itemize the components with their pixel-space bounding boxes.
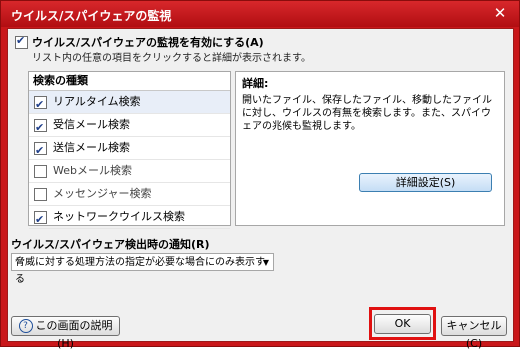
enable-monitoring-label[interactable]: ウイルス/スパイウェアの監視を有効にする(A) [32, 34, 264, 50]
list-item-outgoing-mail[interactable]: 送信メール検索 [29, 137, 230, 162]
ok-button[interactable]: OK [374, 314, 431, 334]
messenger-checkbox[interactable] [34, 188, 47, 201]
realtime-checkbox[interactable] [34, 94, 47, 116]
help-button[interactable]: ? この画面の説明(H) [11, 316, 120, 350]
list-item-realtime[interactable]: リアルタイム検索 [29, 91, 230, 116]
details-title: 詳細: [242, 77, 269, 90]
enable-monitoring-checkbox[interactable] [15, 34, 28, 49]
list-item-label: 送信メール検索 [53, 141, 130, 154]
list-item-label: Webメール検索 [53, 164, 132, 177]
incoming-mail-checkbox[interactable] [34, 117, 47, 139]
dropdown-arrow-icon: ▼ [262, 258, 269, 267]
dialog-body: ウイルス/スパイウェアの監視を有効にする(A) リスト内の任意の項目をクリックす… [7, 28, 514, 350]
webmail-checkbox[interactable] [34, 165, 47, 178]
hint-text: リスト内の任意の項目をクリックすると詳細が表示されます。 [32, 53, 311, 64]
window-title: ウイルス/スパイウェアの監視 [11, 9, 172, 23]
outgoing-mail-checkbox[interactable] [34, 140, 47, 162]
network-virus-checkbox[interactable] [34, 209, 47, 231]
list-item-incoming-mail[interactable]: 受信メール検索 [29, 114, 230, 139]
title-bar[interactable]: ウイルス/スパイウェアの監視 ✕ [1, 1, 519, 27]
details-text: 開いたファイル、保存したファイル、移動したファイルに対し、ウイルスの有無を検索し… [242, 95, 492, 132]
list-item-webmail[interactable]: Webメール検索 [29, 160, 230, 183]
notification-selected: 脅威に対する処理方法の指定が必要な場合にのみ表示する [15, 257, 265, 285]
cancel-button[interactable]: キャンセル(C) [441, 316, 507, 350]
list-item-label: ネットワークウイルス検索 [53, 210, 185, 223]
list-item-label: 受信メール検索 [53, 118, 130, 131]
scan-type-header: 検索の種類 [29, 72, 230, 91]
close-icon[interactable]: ✕ [491, 4, 509, 22]
list-item-label: リアルタイム検索 [53, 95, 141, 108]
details-panel: 詳細: 開いたファイル、保存したファイル、移動したファイルに対し、ウイルスの有無… [235, 71, 505, 226]
help-icon: ? [18, 319, 33, 333]
list-item-network-virus[interactable]: ネットワークウイルス検索 [29, 206, 230, 231]
list-item-messenger[interactable]: メッセンジャー検索 [29, 183, 230, 206]
dialog-window: ウイルス/スパイウェアの監視 ✕ ウイルス/スパイウェアの監視を有効にする(A)… [0, 0, 520, 350]
help-label: この画面の説明(H) [35, 319, 113, 350]
advanced-settings-button[interactable]: 詳細設定(S) [359, 173, 492, 192]
list-item-label: メッセンジャー検索 [53, 187, 152, 200]
scan-type-list: 検索の種類 リアルタイム検索 受信メール検索 送信メール検索 Webメール検索 … [28, 71, 231, 231]
notification-label: ウイルス/スパイウェア検出時の通知(R) [11, 238, 210, 251]
notification-dropdown[interactable]: 脅威に対する処理方法の指定が必要な場合にのみ表示する ▼ [11, 253, 274, 285]
